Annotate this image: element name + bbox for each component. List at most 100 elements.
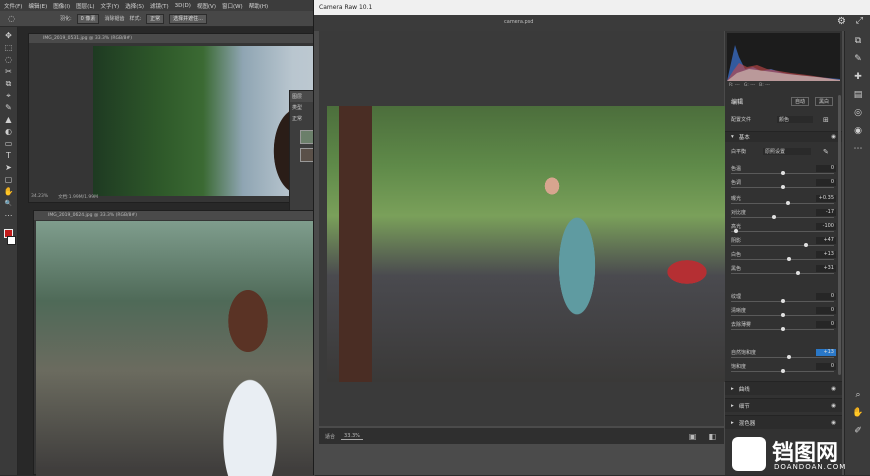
slider-value-input[interactable]: 0 — [816, 165, 836, 172]
type-tool-icon[interactable]: T — [3, 151, 15, 161]
heal-icon[interactable]: ✚ — [852, 71, 864, 83]
slider-knob[interactable] — [772, 215, 777, 219]
slider-knob[interactable] — [780, 313, 785, 317]
basic-section-header[interactable]: ▾ 基本 ◉ — [725, 131, 842, 142]
profile-select[interactable]: 颜色 — [777, 116, 813, 123]
slider-knob[interactable] — [780, 185, 785, 189]
antialias-checkbox-label[interactable]: 消除锯齿 — [104, 15, 124, 22]
menu-item[interactable]: 图像(I) — [53, 2, 70, 10]
slider-track[interactable] — [731, 229, 834, 233]
zoom-tool-icon[interactable]: 🔍 — [3, 199, 15, 209]
path-select-tool-icon[interactable]: ➤ — [3, 163, 15, 173]
visibility-eye-icon[interactable]: ◉ — [831, 134, 836, 140]
slider-track[interactable] — [731, 271, 834, 275]
hand-tool-icon[interactable]: ✋ — [3, 187, 15, 197]
feather-input[interactable]: 0 像素 — [76, 13, 100, 24]
move-tool-icon[interactable]: ✥ — [3, 31, 15, 41]
wb-select[interactable]: 原照设置 — [763, 148, 811, 155]
slider-track[interactable] — [731, 369, 834, 373]
mixer-section-header[interactable]: ▸ 混色器 ◉ — [725, 415, 842, 429]
slider-track[interactable] — [731, 171, 834, 175]
slider-track[interactable] — [731, 313, 834, 317]
select-and-mask-button[interactable]: 选择并遮住... — [169, 13, 207, 24]
slider-value-input[interactable]: -17 — [816, 209, 836, 216]
rectangle-tool-icon[interactable]: ▢ — [3, 175, 15, 185]
background-color-swatch[interactable] — [7, 236, 16, 245]
slider-track[interactable] — [731, 299, 834, 303]
crop-tool-icon[interactable]: ✂ — [3, 67, 15, 77]
compare-view-icon[interactable]: ▣ — [689, 432, 697, 441]
profile-browser-icon[interactable]: ⊞ — [823, 116, 829, 124]
slider-track[interactable] — [731, 243, 834, 247]
panel-scrollbar[interactable] — [838, 95, 841, 375]
visibility-eye-icon[interactable]: ◉ — [831, 403, 836, 409]
lasso-tool-icon[interactable]: ◌ — [3, 55, 15, 65]
slider-value-input[interactable]: +13 — [816, 251, 836, 258]
zoom-readout[interactable]: 34.23% — [31, 194, 48, 200]
slider-knob[interactable] — [795, 271, 800, 275]
cr-preview-image[interactable] — [327, 106, 725, 382]
visibility-eye-icon[interactable]: ◉ — [831, 386, 836, 392]
slider-track[interactable] — [731, 257, 834, 261]
visibility-eye-icon[interactable]: ◉ — [831, 420, 836, 426]
more-tools-icon[interactable]: ⋯ — [3, 211, 15, 221]
crop-icon[interactable]: ⧉ — [852, 35, 864, 47]
shape-tool-icon[interactable]: ▭ — [3, 139, 15, 149]
menu-item[interactable]: 文字(Y) — [101, 2, 120, 10]
bw-button[interactable]: 黑白 — [815, 97, 834, 106]
lasso-icon[interactable]: ◌ — [8, 14, 15, 23]
slider-knob[interactable] — [785, 201, 790, 205]
fullscreen-icon[interactable]: ⤢ — [856, 16, 863, 26]
detail-section-header[interactable]: ▸ 细节 ◉ — [725, 398, 842, 412]
slider-value-input[interactable]: 0 — [816, 321, 836, 328]
menu-item[interactable]: 文件(F) — [4, 2, 22, 10]
slider-value-input[interactable]: +13 — [816, 349, 836, 356]
layer-thumb[interactable] — [300, 148, 314, 162]
slider-value-input[interactable]: 0 — [816, 363, 836, 370]
slider-knob[interactable] — [780, 299, 785, 303]
slider-track[interactable] — [731, 185, 834, 189]
slider-value-input[interactable]: -100 — [816, 223, 836, 230]
menu-item[interactable]: 滤镜(T) — [150, 2, 169, 10]
redeye-icon[interactable]: ◉ — [852, 125, 864, 137]
preset-icon[interactable]: ⋯ — [852, 143, 864, 155]
settings-gear-icon[interactable]: ⚙ — [837, 16, 846, 27]
document-tab[interactable]: IMG_2019_0624.jpg @ 33.3% (RGB/8#) — [34, 211, 315, 220]
slider-track[interactable] — [731, 215, 834, 219]
dodge-tool-icon[interactable]: ◐ — [3, 127, 15, 137]
style-select[interactable]: 正常 — [146, 13, 165, 24]
menu-item[interactable]: 选择(S) — [125, 2, 144, 10]
slider-knob[interactable] — [786, 355, 791, 359]
brush-icon[interactable]: ✎ — [852, 53, 864, 65]
menu-item[interactable]: 编辑(E) — [28, 2, 47, 10]
slider-knob[interactable] — [780, 369, 785, 373]
layer-thumb[interactable] — [300, 130, 314, 144]
slider-value-input[interactable]: +47 — [816, 237, 836, 244]
hand-icon[interactable]: ✋ — [852, 407, 864, 419]
wb-eyedropper-icon[interactable]: ✎ — [823, 148, 829, 156]
menu-item[interactable]: 3D(D) — [175, 3, 191, 9]
slider-value-input[interactable]: 0 — [816, 293, 836, 300]
slider-knob[interactable] — [804, 243, 809, 247]
slider-knob[interactable] — [786, 257, 791, 261]
slider-track[interactable] — [731, 355, 834, 359]
radial-icon[interactable]: ◎ — [852, 107, 864, 119]
brush-tool-icon[interactable]: ✎ — [3, 103, 15, 113]
sharpen-tool-icon[interactable]: ▲ — [3, 115, 15, 125]
eyedropper-tool-icon[interactable]: ⌖ — [3, 91, 15, 101]
slider-track[interactable] — [731, 201, 834, 205]
frame-tool-icon[interactable]: ⧉ — [3, 79, 15, 89]
menu-item[interactable]: 窗口(W) — [222, 2, 243, 10]
zoom-icon[interactable]: ⌕ — [852, 389, 864, 401]
graduated-icon[interactable]: ▤ — [852, 89, 864, 101]
marquee-tool-icon[interactable]: ⬚ — [3, 43, 15, 53]
menu-item[interactable]: 视图(V) — [197, 2, 216, 10]
slider-knob[interactable] — [734, 229, 739, 233]
slider-knob[interactable] — [780, 171, 785, 175]
slider-value-input[interactable]: +0.35 — [816, 195, 836, 202]
curves-section-header[interactable]: ▸ 曲线 ◉ — [725, 381, 842, 395]
slider-value-input[interactable]: 0 — [816, 179, 836, 186]
menu-item[interactable]: 图层(L) — [76, 2, 94, 10]
slider-value-input[interactable]: 0 — [816, 307, 836, 314]
before-after-icon[interactable]: ◧ — [708, 432, 716, 441]
